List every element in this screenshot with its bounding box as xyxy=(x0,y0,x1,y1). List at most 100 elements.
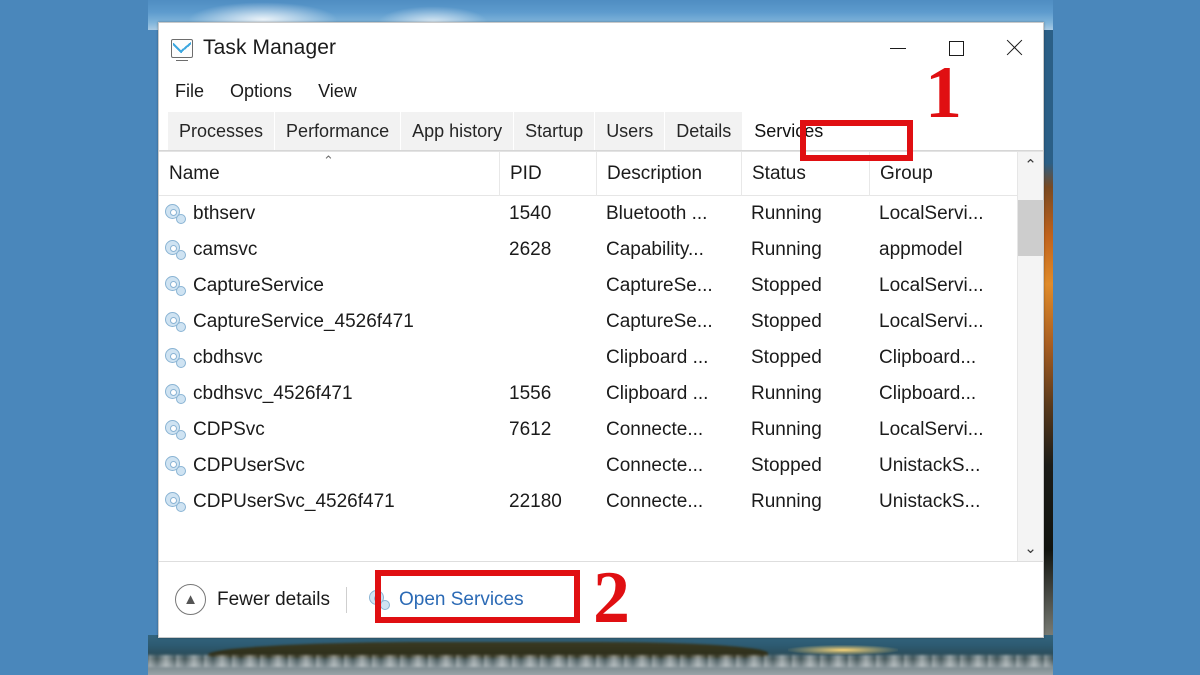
cell-name-label: cbdhsvc xyxy=(193,347,263,368)
fewer-details-button[interactable]: ▲ Fewer details xyxy=(175,584,330,615)
cell-name-label: bthserv xyxy=(193,203,256,224)
menu-item-options[interactable]: Options xyxy=(228,79,294,104)
cell-group: LocalServi... xyxy=(879,311,984,332)
cell-name: CaptureService_4526f471 xyxy=(159,304,499,340)
cell-pid: 7612 xyxy=(509,419,552,440)
cell-description: Connecte... xyxy=(606,491,704,512)
chevron-up-icon: ▲ xyxy=(175,584,206,615)
cell-name-label: camsvc xyxy=(193,239,258,260)
cell-name: cbdhsvc xyxy=(159,340,499,376)
service-icon xyxy=(165,348,186,368)
open-services-label: Open Services xyxy=(399,588,524,610)
service-icon xyxy=(165,276,186,296)
service-icon xyxy=(165,456,186,476)
task-manager-window: Task Manager File Options View Processes… xyxy=(158,22,1044,638)
service-icon xyxy=(165,312,186,332)
table-row[interactable]: camsvc 2628 Capability... Running appmod… xyxy=(159,232,1017,268)
table-row[interactable]: CDPUserSvc Connecte... Stopped UnistackS… xyxy=(159,448,1017,484)
cell-status: Stopped xyxy=(751,275,822,296)
service-icon xyxy=(369,589,390,610)
column-header-name[interactable]: Name ⌃ xyxy=(159,152,499,196)
tab-performance[interactable]: Performance xyxy=(275,112,402,150)
cell-pid xyxy=(499,448,596,484)
cell-group: Clipboard... xyxy=(879,383,977,404)
scroll-up-icon[interactable]: ⌃ xyxy=(1018,152,1044,178)
cell-description: Capability... xyxy=(606,239,704,260)
cell-group: LocalServi... xyxy=(879,275,984,296)
cell-description: Bluetooth ... xyxy=(606,203,708,224)
column-header-description[interactable]: Description xyxy=(596,152,741,196)
column-header-group[interactable]: Group xyxy=(869,152,1014,196)
scrollbar-thumb[interactable] xyxy=(1018,200,1043,256)
cell-group: Clipboard... xyxy=(879,347,977,368)
cell-group: UnistackS... xyxy=(879,455,981,476)
tab-startup[interactable]: Startup xyxy=(514,112,596,150)
column-header-row: Name ⌃ PID Description Status Group xyxy=(159,152,1017,196)
minimize-icon xyxy=(890,47,906,49)
services-grid: Name ⌃ PID Description Status Group bths xyxy=(159,152,1043,561)
cell-pid: 22180 xyxy=(509,491,562,512)
window-footer: ▲ Fewer details Open Services xyxy=(159,561,1043,637)
service-icon xyxy=(165,384,186,404)
tab-app-history[interactable]: App history xyxy=(401,112,515,150)
cell-description: CaptureSe... xyxy=(606,311,713,332)
minimize-button[interactable] xyxy=(869,25,927,71)
tab-strip: Processes Performance App history Startu… xyxy=(159,109,1043,151)
close-button[interactable] xyxy=(985,25,1043,71)
service-icon xyxy=(165,240,186,260)
scroll-down-icon[interactable]: ⌄ xyxy=(1018,535,1044,561)
scrollbar-track[interactable] xyxy=(1018,178,1043,535)
column-header-status[interactable]: Status xyxy=(741,152,869,196)
footer-divider xyxy=(346,586,347,613)
title-bar: Task Manager xyxy=(159,23,1043,73)
cell-description: Connecte... xyxy=(606,419,704,440)
cell-name-label: CDPUserSvc_4526f471 xyxy=(193,491,395,512)
service-icon xyxy=(165,492,186,512)
table-row[interactable]: CDPSvc 7612 Connecte... Running LocalSer… xyxy=(159,412,1017,448)
table-row[interactable]: cbdhsvc_4526f471 1556 Clipboard ... Runn… xyxy=(159,376,1017,412)
wallpaper-surf xyxy=(148,655,1053,667)
cell-status: Running xyxy=(751,203,822,224)
cell-pid: 1540 xyxy=(509,203,552,224)
column-header-pid[interactable]: PID xyxy=(499,152,596,196)
service-icon xyxy=(165,420,186,440)
cell-name: CDPSvc xyxy=(159,412,499,448)
vertical-scrollbar[interactable]: ⌃ ⌄ xyxy=(1017,152,1043,561)
maximize-button[interactable] xyxy=(927,25,985,71)
table-row[interactable]: CaptureService_4526f471 CaptureSe... Sto… xyxy=(159,304,1017,340)
cell-name-label: CaptureService_4526f471 xyxy=(193,311,414,332)
cell-name: bthserv xyxy=(159,196,499,232)
cell-name: CDPUserSvc_4526f471 xyxy=(159,484,499,520)
menu-item-view[interactable]: View xyxy=(316,79,359,104)
cell-name-label: CDPSvc xyxy=(193,419,265,440)
fewer-details-label: Fewer details xyxy=(217,588,330,610)
tab-details[interactable]: Details xyxy=(665,112,744,150)
cell-group: UnistackS... xyxy=(879,491,981,512)
tab-users[interactable]: Users xyxy=(595,112,666,150)
services-columns: Name ⌃ PID Description Status Group bths xyxy=(159,152,1017,561)
cell-pid xyxy=(499,268,596,304)
table-row[interactable]: bthserv 1540 Bluetooth ... Running Local… xyxy=(159,196,1017,232)
tab-processes[interactable]: Processes xyxy=(168,112,276,150)
cell-name: cbdhsvc_4526f471 xyxy=(159,376,499,412)
column-header-name-label: Name xyxy=(169,162,220,184)
sort-ascending-icon: ⌃ xyxy=(323,152,334,168)
cell-pid xyxy=(499,340,596,376)
cell-group: appmodel xyxy=(879,239,963,260)
menu-item-file[interactable]: File xyxy=(173,79,206,104)
cell-name-label: CDPUserSvc xyxy=(193,455,305,476)
table-row[interactable]: cbdhsvc Clipboard ... Stopped Clipboard.… xyxy=(159,340,1017,376)
table-row[interactable]: CaptureService CaptureSe... Stopped Loca… xyxy=(159,268,1017,304)
table-row[interactable]: CDPUserSvc_4526f471 22180 Connecte... Ru… xyxy=(159,484,1017,520)
task-manager-icon xyxy=(171,38,193,61)
cell-status: Running xyxy=(751,491,822,512)
cell-name-label: cbdhsvc_4526f471 xyxy=(193,383,353,404)
cell-group: LocalServi... xyxy=(879,419,984,440)
close-icon xyxy=(1005,39,1023,57)
cell-status: Running xyxy=(751,239,822,260)
open-services-link[interactable]: Open Services xyxy=(361,585,532,615)
tab-services[interactable]: Services xyxy=(743,112,836,150)
desktop-background: Task Manager File Options View Processes… xyxy=(0,0,1200,675)
cell-name-label: CaptureService xyxy=(193,275,324,296)
cell-description: CaptureSe... xyxy=(606,275,713,296)
